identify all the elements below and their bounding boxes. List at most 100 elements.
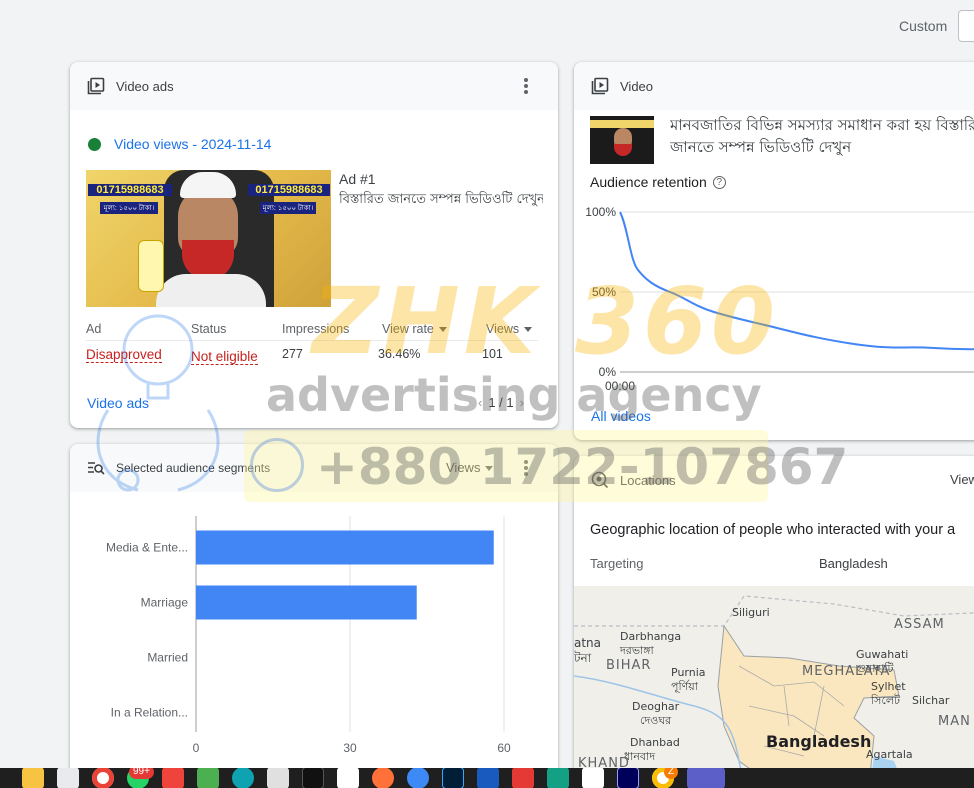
capcut-icon[interactable] — [302, 768, 324, 788]
file-explorer-icon[interactable] — [22, 768, 44, 788]
teams-icon[interactable] — [687, 768, 725, 788]
app-icon-red[interactable] — [512, 768, 534, 788]
video-header: Video — [574, 62, 974, 110]
all-videos-link[interactable]: All videos — [591, 408, 651, 424]
category-label: Marriage — [141, 596, 189, 610]
date-range-selector[interactable] — [958, 10, 974, 42]
retention-heading: Audience retention ? — [590, 174, 726, 190]
cell-views: 101 — [482, 347, 503, 361]
map-label-patna-bn: টনা — [574, 651, 592, 665]
col-header-ad: Ad — [86, 322, 102, 336]
targeting-label: Targeting — [590, 556, 644, 571]
campaign-link[interactable]: Video views - 2024-11-14 — [114, 136, 271, 152]
category-label: In a Relation... — [111, 706, 188, 720]
x-tick-label: 30 — [343, 741, 357, 755]
notepad-icon[interactable] — [57, 768, 79, 788]
retention-y-0: 0% — [599, 365, 617, 379]
ad-eligibility-status[interactable]: Not eligible — [191, 349, 258, 365]
paint-icon[interactable] — [197, 768, 219, 788]
video-ads-footer-link[interactable]: Video ads — [87, 395, 149, 411]
map-label-deoghar-bn: দেওঘর — [640, 714, 672, 727]
ad-policy-status[interactable]: Disapproved — [86, 347, 162, 363]
retention-y-100: 100% — [585, 205, 616, 219]
locations-header: Locations — [574, 456, 974, 504]
video-thumbnail[interactable] — [590, 116, 654, 164]
bar-marriage[interactable] — [196, 585, 417, 620]
pager-text: 1 / 1 — [488, 395, 514, 410]
store-icon[interactable] — [267, 768, 289, 788]
premiere-icon[interactable] — [617, 768, 639, 788]
app-icon-teal[interactable] — [547, 768, 569, 788]
thumb-phone-left: 01715988683 — [88, 184, 172, 196]
word-icon[interactable] — [477, 768, 499, 788]
category-label: Married — [147, 651, 188, 665]
map-label-man: MAN — [938, 714, 971, 729]
video-ads-header: Video ads — [70, 62, 558, 110]
segments-bar-chart: 0 30 60 Media & Ente... Marriage Married In a … — [106, 516, 511, 755]
locations-title: Locations — [620, 472, 676, 488]
video-ads-title: Video ads — [116, 78, 174, 94]
chrome-icon[interactable] — [92, 768, 114, 788]
cell-impressions: 277 — [282, 347, 303, 361]
video-thumb-beard — [614, 144, 632, 156]
browser-icon[interactable] — [407, 768, 429, 788]
video-library-icon — [590, 76, 610, 96]
map-label-sylhet-bn: সিলেট — [871, 694, 901, 707]
table-header-divider — [86, 340, 538, 341]
map-labels: Siliguri ASSAM atna টনা Darbhanga দরভাঙ্… — [574, 586, 974, 786]
anydesk-icon[interactable] — [162, 768, 184, 788]
top-bar: Custom — [0, 0, 974, 52]
thumb-price-right: মূল্য: ১৫০০ টাকা। — [260, 202, 316, 214]
locations-card: Locations View Geographic location of pe… — [574, 456, 974, 786]
col-header-view-rate[interactable]: View rate — [382, 322, 447, 336]
firefox-icon[interactable] — [372, 768, 394, 788]
whatsapp-icon[interactable]: 99+ — [127, 768, 154, 788]
thumb-phone-right: 01715988683 — [248, 184, 330, 196]
table-row: Disapproved Not eligible 277 36.46% 101 — [70, 347, 558, 369]
campaign-status-dot — [88, 137, 101, 151]
col-header-views[interactable]: Views — [486, 322, 532, 336]
video-title-link[interactable]: মানবজাতির বিভিন্ন সমস্যার সমাধান করা হয়… — [670, 114, 974, 160]
video-ads-card: Video ads Video views - 2024-11-14 01715… — [70, 62, 558, 428]
video-ads-more-menu[interactable] — [516, 76, 536, 96]
help-icon[interactable]: ? — [712, 175, 726, 189]
audience-segments-title: Selected audience segments — [116, 461, 271, 475]
app-icon-mail[interactable] — [582, 768, 604, 788]
retention-x-0: 00:00 — [605, 379, 635, 393]
col-header-status: Status — [191, 322, 227, 336]
ad-name: Ad #1 — [339, 171, 376, 187]
map-label-bihar: BIHAR — [606, 658, 652, 673]
category-label: Media & Ente... — [106, 541, 188, 555]
retention-chart: 100% 50% 0% 00:00 — [585, 205, 974, 393]
chrome-profile-icon[interactable]: Z — [652, 768, 679, 788]
map-label-silchar: Silchar — [912, 694, 950, 707]
app-icon-white[interactable] — [337, 768, 359, 788]
campaign-row: Video views - 2024-11-14 — [88, 136, 271, 152]
map-label-purnia-bn: পূর্ণিয়া — [671, 680, 698, 693]
ad-description: বিস্তারিত জানতে সম্পন্ন ভিডিওটি দেখুন — [339, 192, 543, 207]
map-label-assam: ASSAM — [894, 617, 945, 632]
audience-segments-card: Selected audience segments Views 0 30 60 Me… — [70, 444, 558, 784]
video-title-label: Video — [620, 78, 654, 94]
map-label-agartala: Agartala — [866, 748, 913, 761]
audience-search-icon — [86, 458, 106, 478]
retention-label: Audience retention — [590, 174, 707, 190]
chevron-right-icon[interactable]: › — [520, 395, 524, 410]
photoshop-icon[interactable] — [442, 768, 464, 788]
segments-more-menu[interactable] — [516, 458, 536, 478]
location-search-icon — [590, 470, 610, 490]
segments-metric-select[interactable]: Views — [446, 460, 493, 475]
x-tick-label: 0 — [193, 741, 200, 755]
video-thumb-banner — [590, 120, 654, 128]
targeting-value: Bangladesh — [819, 556, 888, 571]
retention-line — [619, 211, 974, 351]
edge-icon[interactable] — [232, 768, 254, 788]
ad-thumbnail[interactable]: 01715988683 মূল্য: ১৫০০ টাকা। 0171598868… — [86, 170, 331, 307]
location-map[interactable]: Siliguri ASSAM atna টনা Darbhanga দরভাঙ্… — [574, 586, 974, 786]
video-library-icon — [86, 76, 106, 96]
col-header-impressions[interactable]: Impressions — [282, 322, 349, 336]
locations-view-select[interactable]: View — [950, 472, 974, 487]
bar-media-ente[interactable] — [196, 530, 494, 565]
map-label-meghalaya: MEGHALAYA — [802, 664, 891, 679]
chevron-left-icon[interactable]: ‹ — [478, 395, 482, 410]
